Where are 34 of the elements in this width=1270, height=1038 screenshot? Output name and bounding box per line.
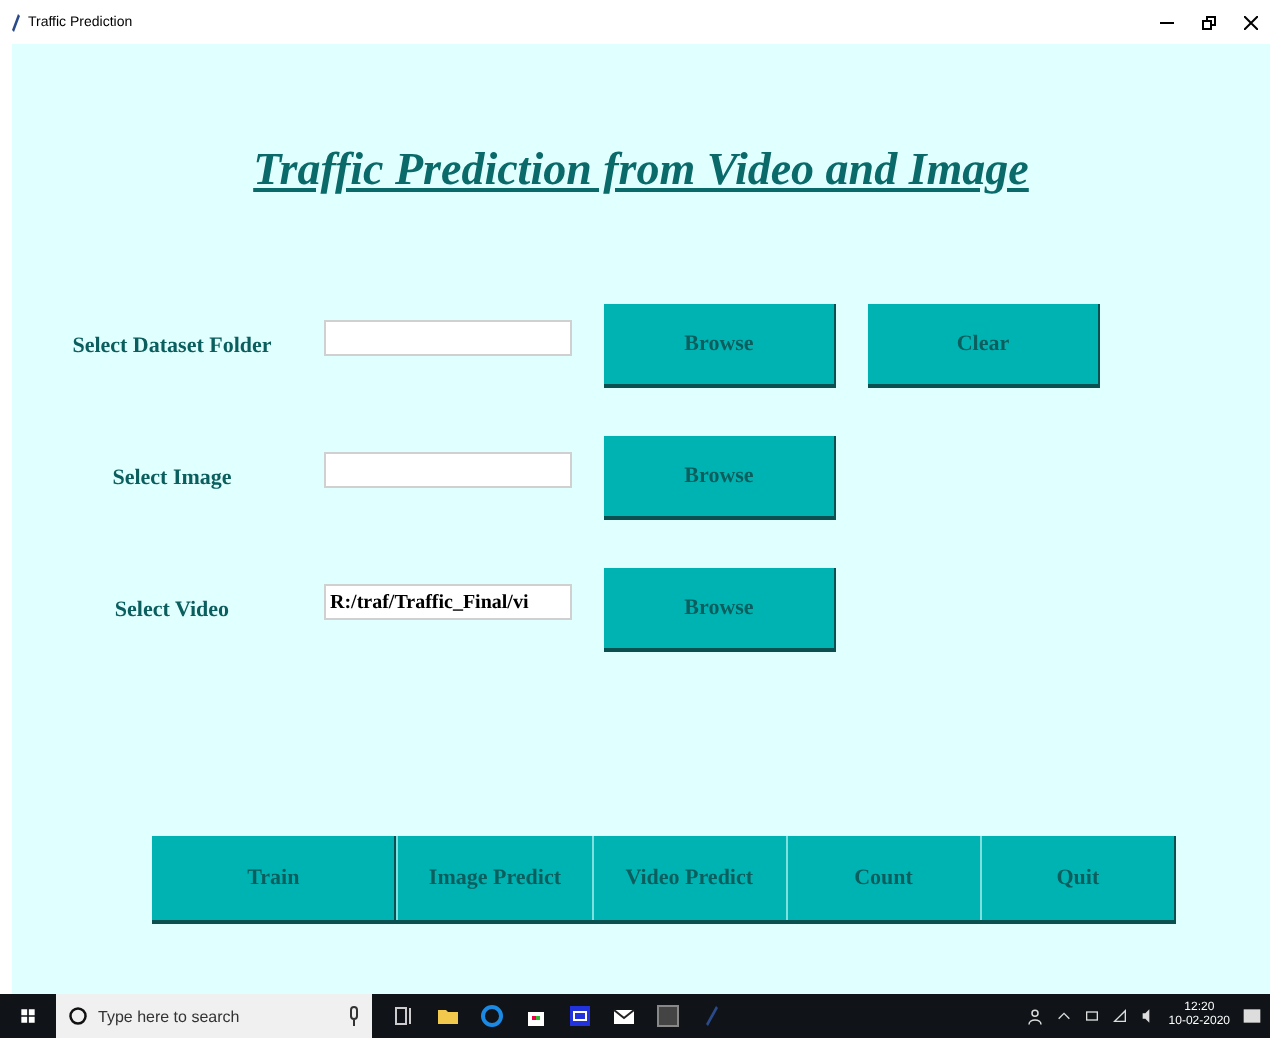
toolbar-button[interactable]: Quit xyxy=(979,836,1175,920)
toolbar-button[interactable]: Image Predict xyxy=(396,836,592,920)
network-icon[interactable] xyxy=(1084,1008,1101,1024)
toolbar-button[interactable]: Video Predict xyxy=(591,836,786,920)
close-icon[interactable] xyxy=(1244,15,1258,29)
wifi-icon[interactable] xyxy=(1112,1008,1129,1024)
feather-icon xyxy=(12,13,20,31)
folder-icon[interactable] xyxy=(436,1004,460,1028)
action-button[interactable]: Clear xyxy=(868,304,1100,388)
task-view-icon[interactable] xyxy=(392,1004,416,1028)
window-icon[interactable] xyxy=(656,1004,680,1028)
mail-icon[interactable] xyxy=(612,1004,636,1028)
browser-icon[interactable] xyxy=(480,1004,504,1028)
app-icon[interactable] xyxy=(568,1004,592,1028)
search-icon xyxy=(68,1006,88,1026)
toolbar-button[interactable]: Train xyxy=(152,836,397,920)
taskbar-search-field[interactable]: Type here to search xyxy=(56,994,372,1038)
path-field[interactable]: R:/traf/Traffic_Final/vi xyxy=(324,584,572,620)
notification-icon[interactable] xyxy=(1242,1006,1262,1026)
field-label: Select Image xyxy=(110,466,234,490)
app-heading: Traffic Prediction from Video and Image xyxy=(253,144,1029,194)
field-label: Select Dataset Folder xyxy=(70,334,274,358)
action-button[interactable]: Browse xyxy=(604,304,836,388)
path-field[interactable] xyxy=(324,452,572,488)
path-field[interactable] xyxy=(324,320,572,356)
restore-icon[interactable] xyxy=(1202,15,1216,29)
microphone-icon[interactable] xyxy=(348,1006,360,1026)
action-button[interactable]: Browse xyxy=(604,568,836,652)
person-icon[interactable] xyxy=(1026,1007,1045,1025)
field-label: Select Video xyxy=(112,598,232,622)
toolbar-button[interactable]: Count xyxy=(785,836,980,920)
action-button[interactable]: Browse xyxy=(604,436,836,520)
chevron-up-icon[interactable] xyxy=(1056,1008,1073,1024)
windows-start-icon[interactable] xyxy=(18,1006,38,1026)
